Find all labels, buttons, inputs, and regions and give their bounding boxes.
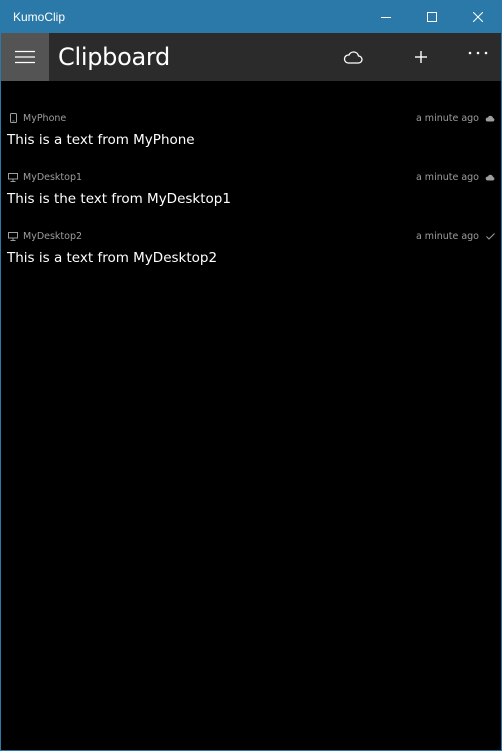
- close-icon: [473, 12, 483, 22]
- clip-meta: MyPhone a minute ago: [7, 109, 495, 127]
- clip-device: MyDesktop2: [23, 230, 83, 242]
- clip-text: This is a text from MyPhone: [7, 132, 195, 148]
- desktop-icon: [7, 231, 19, 241]
- clipboard-list: MyPhone a minute ago This is a text from…: [1, 81, 501, 286]
- close-button[interactable]: [455, 1, 501, 33]
- minimize-icon: [381, 17, 391, 18]
- clip-item[interactable]: MyDesktop2 a minute ago This is a text f…: [1, 227, 501, 286]
- more-button[interactable]: [455, 33, 501, 81]
- clip-item[interactable]: MyDesktop1 a minute ago This is the text…: [1, 168, 501, 227]
- more-icon: [468, 51, 488, 55]
- page-title: Clipboard: [58, 43, 170, 71]
- phone-icon: [7, 113, 19, 123]
- maximize-icon: [427, 12, 437, 22]
- clip-meta: MyDesktop1 a minute ago: [7, 168, 495, 186]
- clip-time: a minute ago: [415, 230, 479, 242]
- minimize-button[interactable]: [363, 1, 409, 33]
- app-bar: Clipboard: [1, 33, 501, 81]
- plus-icon: [415, 51, 427, 63]
- cloud-icon: [485, 115, 495, 122]
- maximize-button[interactable]: [409, 1, 455, 33]
- clip-meta: MyDesktop2 a minute ago: [7, 227, 495, 245]
- clip-item[interactable]: MyPhone a minute ago This is a text from…: [1, 109, 501, 168]
- cloud-icon: [485, 174, 495, 181]
- add-button[interactable]: [387, 33, 455, 81]
- window-title: KumoClip: [13, 10, 66, 24]
- hamburger-menu-button[interactable]: [1, 33, 49, 81]
- desktop-icon: [7, 172, 19, 182]
- clip-time: a minute ago: [415, 171, 479, 183]
- cloud-icon: [343, 51, 363, 64]
- title-bar: KumoClip: [1, 1, 501, 33]
- clip-device: MyPhone: [23, 112, 67, 124]
- checkmark-icon: [485, 232, 495, 240]
- app-window: KumoClip Clipboard MyPhone a minute ago …: [0, 0, 502, 751]
- clip-time: a minute ago: [415, 112, 479, 124]
- clip-text: This is the text from MyDesktop1: [7, 191, 231, 207]
- clip-text: This is a text from MyDesktop2: [7, 250, 218, 266]
- clip-device: MyDesktop1: [23, 171, 83, 183]
- hamburger-menu-icon: [15, 50, 35, 64]
- sync-button[interactable]: [319, 33, 387, 81]
